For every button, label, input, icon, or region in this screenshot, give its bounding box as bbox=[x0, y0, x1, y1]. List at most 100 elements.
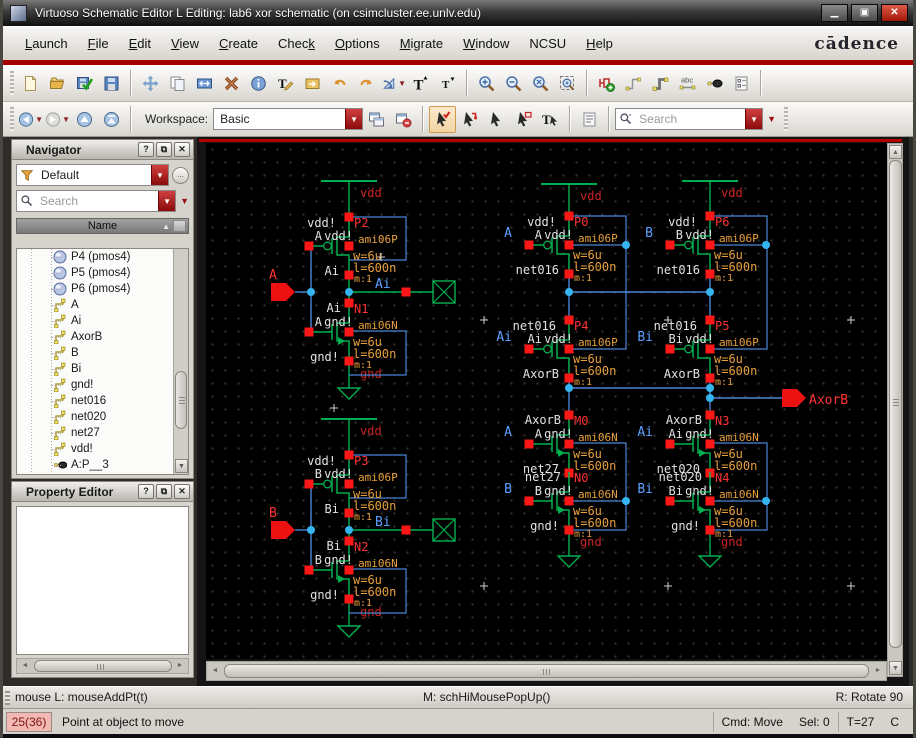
pin-handle[interactable] bbox=[304, 241, 314, 251]
menu-ncsu[interactable]: NCSU bbox=[519, 28, 576, 60]
toolbar-button-create-bus[interactable] bbox=[647, 70, 674, 97]
tree-item-vdd-[interactable]: vdd! bbox=[17, 441, 188, 457]
tree-item-p5-pmos4-[interactable]: P5 (pmos4) bbox=[17, 265, 188, 281]
property-editor-close-button[interactable]: ✕ bbox=[174, 484, 190, 499]
toolbar-button-home[interactable] bbox=[98, 106, 125, 133]
canvas-scroll-right-button[interactable]: ► bbox=[871, 665, 885, 677]
ground-symbol[interactable] bbox=[336, 625, 362, 638]
tree-item-net020[interactable]: net020 bbox=[17, 409, 188, 425]
canvas-scroll-down-button[interactable]: ▼ bbox=[889, 661, 902, 675]
pin-handle[interactable] bbox=[524, 439, 534, 449]
tree-item-a[interactable]: A bbox=[17, 297, 188, 313]
sort-box[interactable] bbox=[173, 220, 186, 232]
noconn-symbol[interactable] bbox=[432, 518, 456, 542]
menu-migrate[interactable]: Migrate bbox=[390, 28, 453, 60]
pin-handle[interactable] bbox=[524, 240, 534, 250]
solder-dot[interactable] bbox=[762, 241, 770, 249]
toolbar-button-ws-new[interactable] bbox=[363, 106, 390, 133]
search-history-arrow[interactable]: ▼ bbox=[767, 114, 776, 124]
toolbar-button-save[interactable] bbox=[98, 70, 125, 97]
toolbar-button-text-down[interactable]: T bbox=[434, 70, 461, 97]
tree-scroll-thumb[interactable] bbox=[175, 371, 187, 429]
transistor-P0[interactable]: vdd! P0A Avdd! ami06Pw=6ul=600nm:1net016 bbox=[504, 211, 618, 285]
transistor-P6[interactable]: vdd! P6B Bvdd! ami06Pw=6ul=600nm:1net016 bbox=[645, 211, 759, 285]
pe-scroll-left-button[interactable]: ◄ bbox=[18, 660, 32, 672]
toolbar-button-sel-single[interactable] bbox=[483, 106, 510, 133]
property-editor-hscroll[interactable]: ◄ ► bbox=[16, 658, 189, 674]
solder-dot[interactable] bbox=[622, 497, 630, 505]
menu-options[interactable]: Options bbox=[325, 28, 390, 60]
ground-symbol[interactable] bbox=[556, 555, 582, 568]
pin-handle[interactable] bbox=[524, 496, 534, 506]
toolbar-button-ws-delete[interactable] bbox=[390, 106, 417, 133]
toolbar-button-create-pin[interactable] bbox=[701, 70, 728, 97]
solder-dot[interactable] bbox=[706, 288, 714, 296]
toolbar-button-undo[interactable] bbox=[326, 70, 353, 97]
toolbar-button-create-wire[interactable] bbox=[620, 70, 647, 97]
menu-help[interactable]: Help bbox=[576, 28, 623, 60]
pin-handle[interactable] bbox=[304, 327, 314, 337]
toolbar-button-zoom-dynamic[interactable] bbox=[527, 70, 554, 97]
transistor-P2[interactable]: vdd! P2A vdd! ami06Pw=6ul=600nm:1Ai bbox=[304, 212, 407, 286]
pin-handle[interactable] bbox=[344, 450, 354, 460]
toolbar-button-sel-drag[interactable] bbox=[510, 106, 537, 133]
menu-view[interactable]: View bbox=[161, 28, 209, 60]
canvas-scroll-left-button[interactable]: ◄ bbox=[208, 665, 222, 677]
tree-item-bi[interactable]: Bi bbox=[17, 361, 188, 377]
canvas-scroll-up-button[interactable]: ▲ bbox=[889, 145, 902, 159]
solder-dot[interactable] bbox=[565, 384, 573, 392]
pin-handle[interactable] bbox=[344, 536, 354, 546]
canvas-vscroll-thumb[interactable] bbox=[889, 160, 902, 648]
tree-item-ai[interactable]: Ai bbox=[17, 313, 188, 329]
menu-create[interactable]: Create bbox=[209, 28, 268, 60]
tree-scroll-down-button[interactable]: ▼ bbox=[175, 459, 188, 473]
toolbar-search-box[interactable]: Search ▼ bbox=[615, 108, 764, 130]
tree-item-gnd-[interactable]: gnd! bbox=[17, 377, 188, 393]
close-button[interactable]: ✕ bbox=[881, 4, 908, 22]
toolbar-button-info[interactable] bbox=[245, 70, 272, 97]
toolbar-button-create-block[interactable] bbox=[728, 70, 755, 97]
pin-handle[interactable] bbox=[304, 479, 314, 489]
rotate-dropdown-arrow[interactable]: ▼ bbox=[398, 79, 406, 88]
solder-dot[interactable] bbox=[565, 288, 573, 296]
transistor-P3[interactable]: vdd! P3B vdd! ami06Pw=6ul=600nm:1Bi bbox=[304, 450, 407, 524]
toolbar-button-zoom-out[interactable] bbox=[500, 70, 527, 97]
toolbar-button-up[interactable] bbox=[71, 106, 98, 133]
toolbar-button-text-up[interactable]: T bbox=[407, 70, 434, 97]
toolbar-button-sel-text[interactable]: T bbox=[537, 106, 564, 133]
navigator-close-button[interactable]: ✕ bbox=[174, 142, 190, 157]
transistor-M0[interactable]: AxorB M0A Agnd! ami06Nw=6ul=600nnet27 bbox=[504, 410, 618, 478]
tree-item-p6-pmos4-[interactable]: P6 (pmos4) bbox=[17, 281, 188, 297]
menu-edit[interactable]: Edit bbox=[119, 28, 161, 60]
tree-column-header[interactable]: Name ▲ bbox=[16, 218, 189, 234]
solder-dot[interactable] bbox=[706, 394, 714, 402]
menu-file[interactable]: File bbox=[78, 28, 119, 60]
ground-symbol[interactable] bbox=[697, 555, 723, 568]
pin-handle[interactable] bbox=[705, 410, 715, 420]
toolbar-button-forward[interactable]: ▼ bbox=[44, 106, 71, 133]
toolbar-button-new[interactable] bbox=[17, 70, 44, 97]
transistor-P4[interactable]: net016 P4Ai Ai vdd! ami06Pw=6ul=600nm:1AxorB bbox=[496, 315, 618, 389]
noconn-symbol[interactable] bbox=[432, 280, 456, 304]
solder-dot[interactable] bbox=[345, 526, 353, 534]
toolbar-button-delete[interactable] bbox=[218, 70, 245, 97]
property-editor-title-bar[interactable]: Property Editor ? ⧉ ✕ bbox=[12, 482, 193, 502]
pin-handle[interactable] bbox=[564, 410, 574, 420]
tree-item-net016[interactable]: net016 bbox=[17, 393, 188, 409]
toolbar-button-create-instance[interactable] bbox=[593, 70, 620, 97]
minimize-button[interactable]: ▁ bbox=[821, 4, 848, 22]
toolbar-button-descend[interactable] bbox=[299, 70, 326, 97]
pin-handle[interactable] bbox=[401, 287, 411, 297]
schematic-canvas[interactable]: vdd vdd vddvddgndgndgnd gndvdd! P2A vdd! ami06… bbox=[206, 143, 887, 659]
menu-launch[interactable]: Launch bbox=[15, 28, 78, 60]
pin-handle[interactable] bbox=[304, 565, 314, 575]
tree-item-net27[interactable]: net27 bbox=[17, 425, 188, 441]
pe-scroll-thumb[interactable] bbox=[34, 660, 172, 672]
toolbar-button-save-check[interactable] bbox=[71, 70, 98, 97]
property-editor-body[interactable] bbox=[16, 506, 189, 655]
property-editor-help-button[interactable]: ? bbox=[138, 484, 154, 499]
search-dropdown-button[interactable]: ▼ bbox=[158, 191, 176, 211]
pin-handle[interactable] bbox=[564, 315, 574, 325]
canvas-hscroll-thumb[interactable] bbox=[224, 664, 869, 678]
tree-item-b[interactable]: B bbox=[17, 345, 188, 361]
